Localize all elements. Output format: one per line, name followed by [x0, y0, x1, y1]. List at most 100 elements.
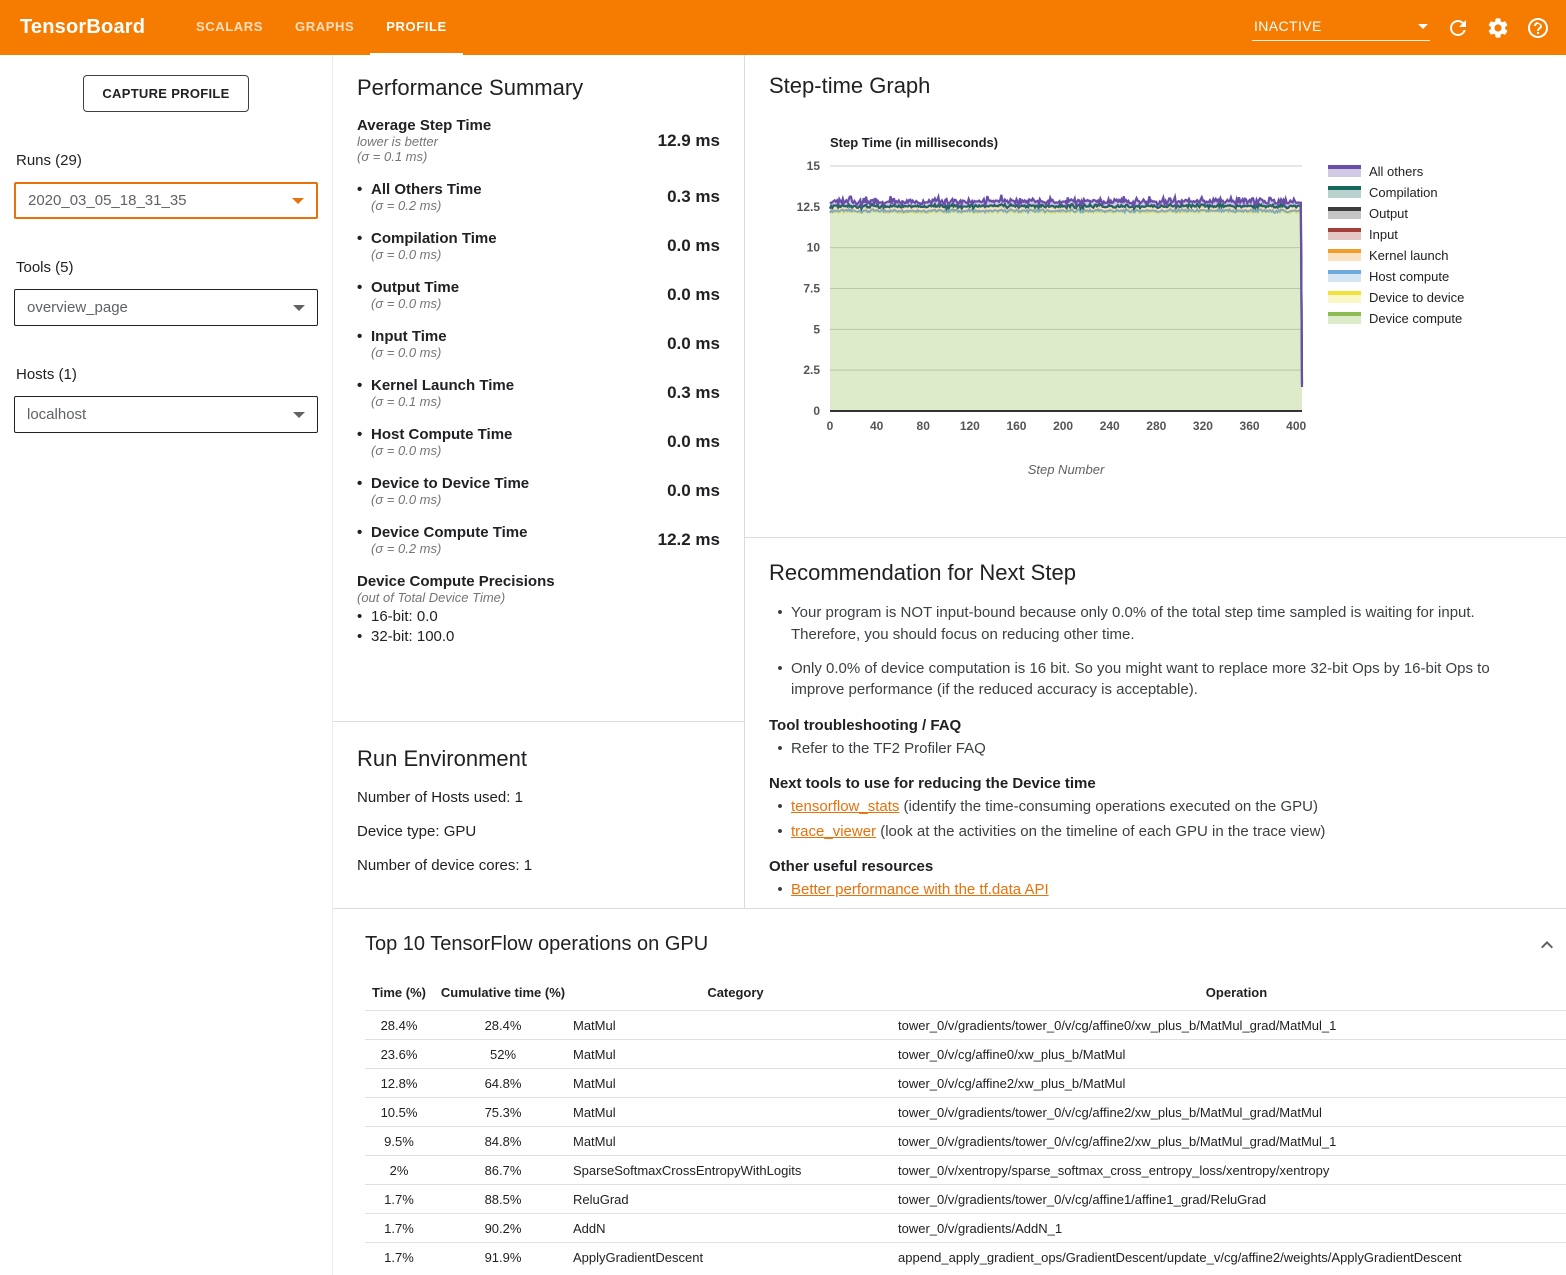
table-cell: 28.4% [365, 1011, 433, 1040]
legend-label: Host compute [1369, 269, 1449, 284]
table-cell: 91.9% [433, 1243, 573, 1272]
table-cell: append_apply_gradient_ops/GradientDescen… [898, 1243, 1566, 1272]
recommendation-link[interactable]: trace_viewer [791, 823, 876, 840]
metric-value: 0.0 ms [630, 432, 720, 452]
svg-text:5: 5 [813, 322, 820, 336]
table-cell: ReluGrad [573, 1185, 898, 1214]
recommendation-section: Recommendation for Next Step •Your progr… [745, 538, 1566, 908]
metric-value: 0.0 ms [630, 334, 720, 354]
table-cell: MatMul [573, 1098, 898, 1127]
chevron-down-icon [293, 412, 305, 418]
step-time-graph-section: Step-time Graph Step Time (in millisecon… [745, 55, 1566, 538]
hosts-select[interactable]: localhost [14, 396, 318, 433]
legend-label: Input [1369, 227, 1398, 242]
table-row: 1.7%88.5%ReluGradtower_0/v/gradients/tow… [365, 1185, 1566, 1214]
legend-label: Kernel launch [1369, 248, 1449, 263]
svg-text:400: 400 [1286, 419, 1306, 433]
run-environment-line: Number of Hosts used: 1 [357, 789, 720, 806]
metric-row: •Output Time(σ = 0.0 ms)0.0 ms [357, 279, 720, 311]
legend-label: Device to device [1369, 290, 1464, 305]
table-cell: 9.5% [365, 1127, 433, 1156]
table-cell: tower_0/v/cg/affine2/xw_plus_b/MatMul [898, 1069, 1566, 1098]
table-cell: tower_0/v/gradients/tower_0/v/cg/affine0… [898, 1011, 1566, 1040]
metric-sigma: (σ = 0.0 ms) [357, 443, 512, 458]
tab-profile[interactable]: PROFILE [370, 0, 463, 55]
sidebar: CAPTURE PROFILE Runs (29) 2020_03_05_18_… [0, 55, 333, 1275]
metric-value: 0.0 ms [630, 285, 720, 305]
table-row: 1.7%91.9%ApplyGradientDescentappend_appl… [365, 1243, 1566, 1272]
run-environment-section: Run Environment Number of Hosts used: 1D… [333, 722, 744, 908]
table-cell: MatMul [573, 1127, 898, 1156]
metric-row: •Host Compute Time(σ = 0.0 ms)0.0 ms [357, 426, 720, 458]
metric-name: Kernel Launch Time [371, 377, 514, 394]
tab-scalars[interactable]: SCALARS [180, 0, 279, 55]
table-cell: 1.7% [365, 1243, 433, 1272]
average-step-time-row: Average Step Time lower is better (σ = 0… [357, 117, 720, 164]
table-row: 10.5%75.3%MatMultower_0/v/gradients/towe… [365, 1098, 1566, 1127]
top-ops-table: Time (%)Cumulative time (%)CategoryOpera… [365, 979, 1566, 1272]
svg-text:120: 120 [960, 419, 980, 433]
table-cell: 28.4% [433, 1011, 573, 1040]
legend-item: All others [1328, 164, 1464, 178]
tools-select[interactable]: overview_page [14, 289, 318, 326]
recommendation-item: •tensorflow_stats (identify the time-con… [769, 796, 1545, 817]
metric-name: Output Time [371, 279, 459, 296]
run-environment-line: Device type: GPU [357, 823, 720, 840]
table-cell: tower_0/v/gradients/tower_0/v/cg/affine2… [898, 1098, 1566, 1127]
table-cell: tower_0/v/xentropy/sparse_softmax_cross_… [898, 1156, 1566, 1185]
table-row: 23.6%52%MatMultower_0/v/cg/affine0/xw_pl… [365, 1040, 1566, 1069]
table-cell: tower_0/v/gradients/tower_0/v/cg/affine1… [898, 1185, 1566, 1214]
tab-graphs[interactable]: GRAPHS [279, 0, 370, 55]
recommendation-bullet: •Only 0.0% of device computation is 16 b… [769, 658, 1545, 702]
capture-profile-button[interactable]: CAPTURE PROFILE [83, 75, 248, 112]
legend-item: Device to device [1328, 290, 1464, 304]
metric-sigma: (σ = 0.0 ms) [357, 296, 459, 311]
metric-sigma: (σ = 0.2 ms) [357, 541, 527, 556]
recommendation-link[interactable]: tensorflow_stats [791, 798, 899, 815]
metric-row: •Input Time(σ = 0.0 ms)0.0 ms [357, 328, 720, 360]
svg-text:7.5: 7.5 [803, 282, 820, 296]
app-title: TensorBoard [0, 0, 180, 55]
performance-summary-section: Performance Summary Average Step Time lo… [333, 55, 744, 722]
settings-gear-icon[interactable] [1486, 16, 1510, 40]
hosts-label: Hosts (1) [16, 366, 318, 383]
metric-value: 0.3 ms [630, 383, 720, 403]
runs-label: Runs (29) [16, 152, 318, 169]
table-cell: 23.6% [365, 1040, 433, 1069]
legend-swatch [1328, 207, 1361, 219]
refresh-icon[interactable] [1446, 16, 1470, 40]
status-dropdown[interactable]: INACTIVE [1252, 14, 1430, 41]
svg-text:360: 360 [1240, 419, 1260, 433]
runs-select[interactable]: 2020_03_05_18_31_35 [14, 182, 318, 219]
svg-text:0: 0 [813, 404, 820, 418]
nav-tabs: SCALARSGRAPHSPROFILE [180, 0, 463, 55]
recommendation-link[interactable]: Better performance with the tf.data API [791, 881, 1049, 898]
table-cell: AddN [573, 1214, 898, 1243]
recommendation-subheading: Other useful resources [769, 858, 1545, 875]
ops-column-header: Time (%) [365, 979, 433, 1011]
metric-sigma: (σ = 0.0 ms) [357, 345, 447, 360]
metric-value: 12.9 ms [630, 131, 720, 151]
step-time-chart[interactable]: 02.557.51012.515040801201602002402803203… [769, 154, 1310, 454]
precisions-title: Device Compute Precisions [357, 573, 720, 590]
metric-name: Average Step Time [357, 117, 491, 134]
table-cell: MatMul [573, 1069, 898, 1098]
top-ops-title: Top 10 TensorFlow operations on GPU [365, 933, 708, 956]
svg-text:280: 280 [1146, 419, 1166, 433]
ops-column-header: Category [573, 979, 898, 1011]
help-icon[interactable] [1526, 16, 1550, 40]
runs-select-value: 2020_03_05_18_31_35 [28, 192, 187, 209]
svg-text:12.5: 12.5 [797, 200, 821, 214]
collapse-icon[interactable] [1535, 933, 1559, 957]
chevron-down-icon [292, 198, 304, 204]
svg-text:2.5: 2.5 [803, 363, 820, 377]
metric-name: Input Time [371, 328, 447, 345]
metric-name: Host Compute Time [371, 426, 512, 443]
ops-column-header: Operation [898, 979, 1566, 1011]
tools-select-value: overview_page [27, 299, 128, 316]
ops-column-header: Cumulative time (%) [433, 979, 573, 1011]
tools-label: Tools (5) [16, 259, 318, 276]
svg-text:0: 0 [827, 419, 834, 433]
recommendation-item: •Refer to the TF2 Profiler FAQ [769, 738, 1545, 759]
table-row: 1.7%90.2%AddNtower_0/v/gradients/AddN_1 [365, 1214, 1566, 1243]
